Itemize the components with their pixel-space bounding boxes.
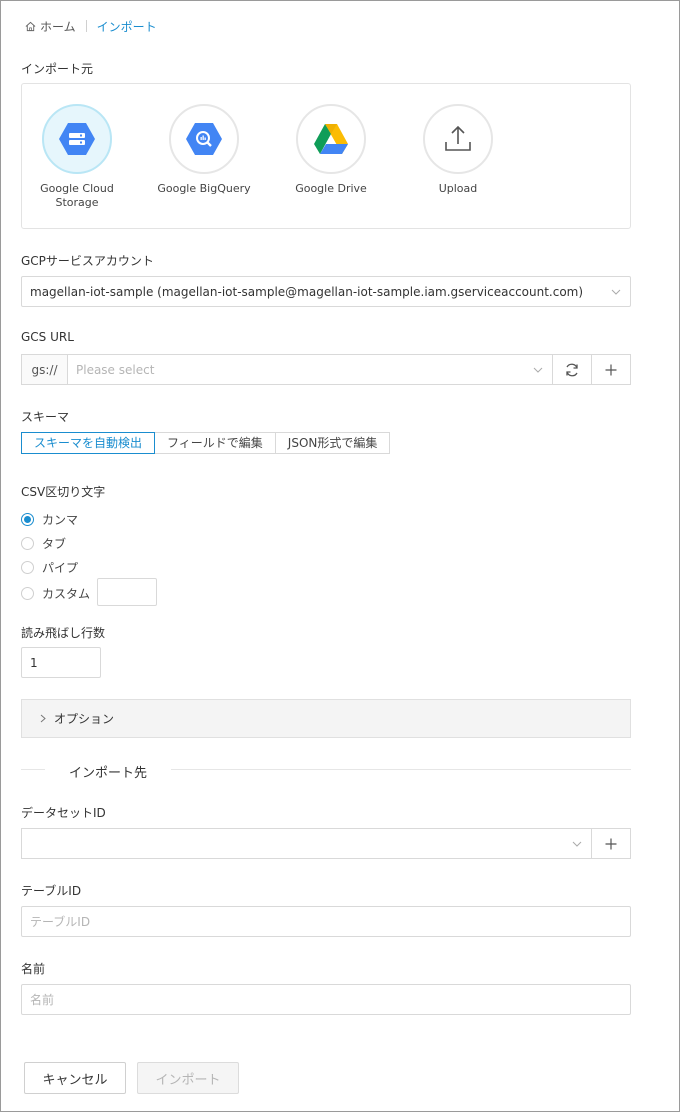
section-divider-left — [21, 769, 45, 770]
radio-icon — [21, 560, 34, 574]
add-dataset-button[interactable] — [591, 828, 631, 859]
skip-rows-label: 読み飛ばし行数 — [21, 626, 106, 640]
account-label: GCPサービスアカウント — [21, 254, 154, 268]
breadcrumb-separator — [85, 20, 87, 32]
chevron-right-icon — [40, 712, 46, 726]
gcs-url-group: gs:// Please select — [21, 354, 631, 385]
gcs-url-label: GCS URL — [21, 330, 74, 344]
dataset-label: データセットID — [21, 806, 106, 820]
schema-option-json[interactable]: JSON形式で編集 — [274, 432, 391, 454]
plus-icon — [605, 838, 617, 849]
delimiter-pipe-label: パイプ — [42, 560, 79, 575]
breadcrumb-home[interactable]: ホーム — [25, 18, 76, 35]
delimiter-comma[interactable]: カンマ — [21, 510, 78, 528]
source-bigquery[interactable]: Google BigQuery — [149, 104, 259, 196]
source-card: Google Cloud Storage Google BigQuery Goo… — [21, 83, 631, 229]
destination-section-title: インポート先 — [69, 766, 148, 781]
delimiter-custom-label: カスタム — [42, 586, 91, 601]
breadcrumb: ホーム インポート — [25, 18, 157, 34]
gcs-prefix: gs:// — [21, 354, 68, 385]
bigquery-icon — [186, 123, 222, 155]
source-upload[interactable]: Upload — [403, 104, 513, 196]
gcs-url-select[interactable]: Please select — [67, 354, 553, 385]
dataset-group — [21, 828, 631, 859]
options-panel-toggle[interactable]: オプション — [21, 699, 631, 738]
source-gcs-label-1: Google Cloud — [40, 182, 114, 195]
section-divider-right — [171, 769, 631, 770]
schema-option-fields[interactable]: フィールドで編集 — [154, 432, 276, 454]
table-id-label: テーブルID — [21, 884, 82, 898]
add-gcs-url-button[interactable] — [591, 354, 631, 385]
breadcrumb-current: インポート — [96, 19, 157, 34]
schema-options: スキーマを自動検出 フィールドで編集 JSON形式で編集 — [21, 432, 391, 454]
source-label: インポート元 — [21, 62, 94, 76]
account-select[interactable]: magellan-iot-sample (magellan-iot-sample… — [21, 276, 631, 307]
chevron-down-icon — [524, 367, 552, 373]
skip-rows-input[interactable]: 1 — [21, 647, 101, 678]
delimiter-custom[interactable]: カスタム — [21, 584, 90, 602]
source-google-drive-label: Google Drive — [295, 182, 367, 195]
chevron-down-icon — [563, 841, 591, 847]
delimiter-tab-label: タブ — [42, 536, 67, 551]
account-select-value: magellan-iot-sample (magellan-iot-sample… — [30, 284, 584, 299]
table-id-input[interactable]: テーブルID — [21, 906, 631, 937]
source-gcs-label-2: Storage — [55, 196, 99, 209]
gcs-icon — [59, 123, 95, 155]
name-placeholder: 名前 — [30, 993, 55, 1007]
schema-option-auto[interactable]: スキーマを自動検出 — [21, 432, 156, 454]
source-google-drive[interactable]: Google Drive — [276, 104, 386, 196]
import-dialog: ホーム インポート インポート元 Google Cloud Storage Go… — [0, 0, 680, 1112]
gcs-url-placeholder: Please select — [76, 362, 155, 377]
delimiter-tab[interactable]: タブ — [21, 534, 66, 552]
plus-icon — [605, 364, 617, 375]
import-button[interactable]: インポート — [137, 1062, 239, 1094]
options-panel-label: オプション — [54, 712, 115, 726]
delimiter-label: CSV区切り文字 — [21, 485, 106, 499]
radio-icon — [21, 536, 34, 550]
source-upload-label: Upload — [438, 182, 478, 195]
delimiter-pipe[interactable]: パイプ — [21, 558, 78, 576]
radio-selected-icon — [21, 512, 34, 526]
table-id-placeholder: テーブルID — [30, 915, 91, 929]
delimiter-comma-label: カンマ — [42, 512, 79, 527]
source-gcs[interactable]: Google Cloud Storage — [22, 104, 132, 210]
name-input[interactable]: 名前 — [21, 984, 631, 1015]
google-drive-icon — [314, 124, 348, 154]
custom-delimiter-input[interactable] — [97, 578, 157, 606]
chevron-down-icon — [602, 289, 630, 295]
upload-icon — [445, 125, 471, 151]
dataset-select[interactable] — [21, 828, 592, 859]
name-label: 名前 — [21, 962, 46, 976]
radio-icon — [21, 586, 34, 600]
breadcrumb-home-label: ホーム — [40, 19, 76, 34]
refresh-icon — [566, 363, 578, 376]
schema-label: スキーマ — [21, 410, 70, 424]
cancel-button[interactable]: キャンセル — [24, 1062, 126, 1094]
source-bigquery-label: Google BigQuery — [157, 182, 251, 195]
home-icon — [25, 21, 36, 31]
refresh-button[interactable] — [552, 354, 592, 385]
